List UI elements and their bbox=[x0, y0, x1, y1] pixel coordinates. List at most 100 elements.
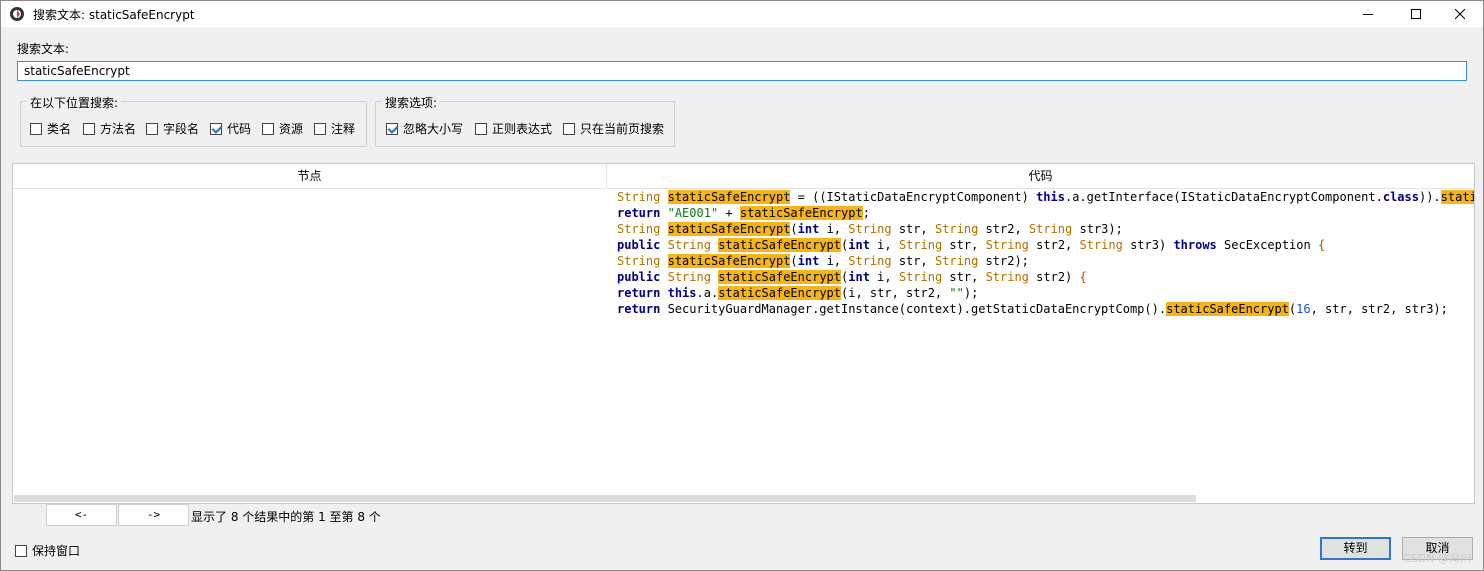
search-options-group: 搜索选项: 忽略大小写 正则表达式 只在当前页搜索 bbox=[375, 94, 675, 147]
code-token: + bbox=[718, 206, 740, 220]
code-token: ( bbox=[790, 222, 798, 236]
checkbox-class-name[interactable]: 类名 bbox=[30, 120, 71, 137]
result-row[interactable]: mcom.alibaba.wireless.security.open.stat… bbox=[13, 237, 1474, 253]
search-in-legend: 在以下位置搜索: bbox=[27, 94, 122, 111]
code-token: int bbox=[848, 270, 870, 284]
result-row[interactable]: mcom.taobao.wireless.security.sdk.static… bbox=[13, 253, 1474, 269]
code-token: str2); bbox=[978, 254, 1029, 268]
column-header-code[interactable]: 代码 bbox=[607, 164, 1474, 189]
result-row[interactable]: mcom.taobao.wireless.security.sdk.static… bbox=[13, 285, 1474, 301]
checkbox-box[interactable] bbox=[30, 122, 42, 135]
checkbox-box[interactable] bbox=[15, 544, 27, 557]
checkbox-keep-window[interactable]: 保持窗口 bbox=[15, 542, 80, 559]
code-token: "" bbox=[949, 286, 964, 300]
code-token: str2) bbox=[1028, 270, 1080, 284]
code-token: public bbox=[617, 270, 661, 284]
result-code-cell[interactable]: String staticSafeEncrypt(int i, String s… bbox=[617, 221, 1123, 237]
checkbox-box[interactable] bbox=[146, 122, 158, 135]
code-token: { bbox=[1317, 238, 1326, 252]
checkbox-box-checked[interactable] bbox=[210, 122, 222, 135]
checkbox-field-name[interactable]: 字段名 bbox=[146, 120, 199, 137]
search-in-group: 在以下位置搜索: 类名 方法名 字段名 代码 资源 注释 bbox=[20, 94, 367, 147]
code-token: 16 bbox=[1296, 302, 1311, 316]
results-table[interactable]: 节点 代码 mcom.alibaba.wireless.security.ope… bbox=[12, 163, 1475, 504]
checkbox-box[interactable] bbox=[83, 122, 95, 135]
goto-button[interactable]: 转到 bbox=[1320, 537, 1391, 560]
code-token: i, bbox=[869, 270, 899, 284]
search-input[interactable] bbox=[17, 61, 1467, 81]
code-token: return bbox=[617, 206, 661, 220]
result-row[interactable]: mcom.taobao.wireless.security.sdk.static… bbox=[13, 269, 1474, 285]
checkbox-box-checked[interactable] bbox=[386, 122, 398, 135]
result-code-cell[interactable]: public String staticSafeEncrypt(int i, S… bbox=[617, 269, 1087, 285]
code-token: str3); bbox=[1072, 222, 1123, 236]
checkbox-current-page-only[interactable]: 只在当前页搜索 bbox=[563, 120, 664, 137]
code-token: i, bbox=[819, 254, 849, 268]
code-token: int bbox=[848, 238, 870, 252]
watermark: CSDN @冯川 bbox=[1403, 552, 1471, 565]
code-token: .a. bbox=[696, 286, 719, 300]
code-token: String bbox=[848, 254, 892, 268]
checkbox-code[interactable]: 代码 bbox=[210, 120, 251, 137]
code-token: String bbox=[1079, 238, 1123, 252]
result-code-cell[interactable]: return "AE001" + staticSafeEncrypt; bbox=[617, 205, 870, 221]
code-token: String bbox=[898, 270, 943, 284]
code-token: = ((IStaticDataEncryptComponent) bbox=[790, 190, 1037, 204]
title-bar[interactable]: 搜索文本: staticSafeEncrypt bbox=[1, 1, 1483, 27]
result-row[interactable]: md.h.a.e.m.a(Context, String, String, St… bbox=[13, 301, 1474, 317]
code-token: , str, str2, str3); bbox=[1310, 302, 1448, 316]
code-token: String bbox=[985, 270, 1029, 284]
code-token: int bbox=[797, 254, 820, 268]
close-button[interactable] bbox=[1437, 1, 1483, 27]
code-token: str, bbox=[942, 238, 986, 252]
minimize-icon bbox=[1363, 14, 1373, 15]
code-token: public bbox=[617, 238, 661, 252]
result-code-cell[interactable]: String staticSafeEncrypt = ((IStaticData… bbox=[617, 189, 1474, 205]
checkbox-method-name[interactable]: 方法名 bbox=[83, 120, 136, 137]
checkbox-box[interactable] bbox=[475, 122, 487, 135]
maximize-button[interactable] bbox=[1393, 1, 1439, 27]
code-token: SecurityGuardManager.getInstance(context… bbox=[660, 302, 1167, 316]
checkbox-ignore-case[interactable]: 忽略大小写 bbox=[386, 120, 463, 137]
code-token: String bbox=[667, 270, 711, 284]
code-token: String bbox=[667, 238, 711, 252]
code-token: class bbox=[1382, 190, 1419, 204]
result-row[interactable]: mcom.alibaba.wireless.security.open.secu… bbox=[13, 205, 1474, 221]
checkbox-resource[interactable]: 资源 bbox=[262, 120, 303, 137]
result-code-cell[interactable]: String staticSafeEncrypt(int i, String s… bbox=[617, 253, 1029, 269]
match-highlight: staticSafeEncrypt bbox=[1440, 190, 1474, 204]
checkbox-box[interactable] bbox=[262, 122, 274, 135]
result-code-cell[interactable]: public String staticSafeEncrypt(int i, S… bbox=[617, 237, 1325, 253]
window-title: 搜索文本: staticSafeEncrypt bbox=[33, 8, 195, 22]
results-status: 显示了 8 个结果中的第 1 至第 8 个 bbox=[191, 510, 381, 524]
code-token: String bbox=[617, 190, 661, 204]
code-token: String bbox=[898, 238, 943, 252]
close-icon bbox=[1455, 9, 1465, 19]
code-token: this bbox=[667, 286, 697, 300]
code-token: int bbox=[797, 222, 820, 236]
result-code-cell[interactable]: return this.a.staticSafeEncrypt(i, str, … bbox=[617, 285, 978, 301]
column-header-node[interactable]: 节点 bbox=[13, 164, 606, 189]
checkbox-comment[interactable]: 注释 bbox=[314, 120, 355, 137]
checkbox-box[interactable] bbox=[563, 122, 575, 135]
code-token: String bbox=[1028, 222, 1073, 236]
minimize-button[interactable] bbox=[1345, 1, 1391, 27]
code-token: str, bbox=[891, 222, 935, 236]
code-token: throws bbox=[1173, 238, 1217, 252]
code-token: str2, bbox=[1028, 238, 1080, 252]
code-token: ( bbox=[790, 254, 798, 268]
checkbox-box[interactable] bbox=[314, 122, 326, 135]
horizontal-scrollbar[interactable] bbox=[14, 495, 1196, 502]
result-row[interactable]: mcom.alibaba.wireless.security.open.secu… bbox=[13, 189, 1474, 205]
result-row[interactable]: mcom.alibaba.wireless.security.open.stat… bbox=[13, 221, 1474, 237]
next-page-button[interactable]: -> bbox=[118, 504, 189, 526]
checkbox-regex[interactable]: 正则表达式 bbox=[475, 120, 552, 137]
result-code-cell[interactable]: return SecurityGuardManager.getInstance(… bbox=[617, 301, 1448, 317]
prev-page-button[interactable]: <- bbox=[46, 504, 117, 526]
jadx-app-icon bbox=[10, 7, 24, 21]
maximize-icon bbox=[1411, 9, 1421, 19]
code-token: String bbox=[934, 222, 979, 236]
